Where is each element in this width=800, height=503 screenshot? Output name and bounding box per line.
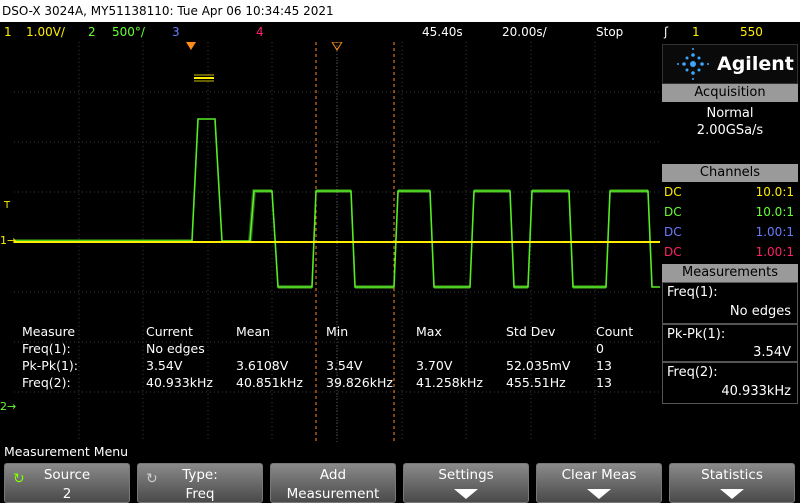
source-softkey[interactable]: ↻ Source 2 bbox=[4, 463, 130, 503]
channel-row[interactable]: DC 1.00:1 bbox=[662, 242, 798, 262]
statistics-softkey[interactable]: Statistics bbox=[669, 463, 795, 503]
menu-title: Measurement Menu bbox=[0, 442, 800, 461]
acquisition-mode: Normal bbox=[706, 106, 754, 121]
ch2-scale[interactable]: 500°/ bbox=[112, 22, 145, 42]
submenu-arrow-icon bbox=[720, 489, 744, 499]
stat-cell: 41.258kHz bbox=[416, 375, 483, 390]
stat-cell: 39.826kHz bbox=[326, 375, 393, 390]
brand-logo: Agilent bbox=[662, 44, 798, 84]
softkey-label: Clear Meas bbox=[561, 467, 637, 483]
channel-row[interactable]: DC 1.00:1 bbox=[662, 222, 798, 242]
stat-cell: Pk-Pk(1): bbox=[22, 358, 78, 373]
run-state[interactable]: Stop bbox=[596, 22, 623, 42]
status-bar: 1 1.00V/ 2 500°/ 3 4 45.40s 20.00s/ Stop… bbox=[0, 22, 800, 42]
submenu-arrow-icon bbox=[587, 489, 611, 499]
softkey-bar: ↻ Source 2 ↻ Type: Freq Add Measurement … bbox=[0, 461, 800, 503]
stat-header: Min bbox=[326, 324, 349, 339]
stat-header: Count bbox=[596, 324, 634, 339]
softkey-label: Source bbox=[43, 467, 91, 483]
stat-cell: 52.035mV bbox=[506, 358, 571, 373]
trigger-level-marker[interactable]: T bbox=[4, 200, 10, 211]
softkey-label: Add bbox=[319, 467, 347, 483]
side-panel: Agilent Acquisition Normal 2.00GSa/s Cha… bbox=[660, 42, 800, 442]
stat-cell: 13 bbox=[596, 375, 612, 390]
measurements-header: Measurements bbox=[662, 264, 798, 282]
trigger-source[interactable]: 1 bbox=[692, 22, 700, 42]
softkey-value: 2 bbox=[62, 486, 72, 502]
stat-cell: 13 bbox=[596, 358, 612, 373]
stat-cell: 3.54V bbox=[146, 358, 183, 373]
ch3-number[interactable]: 3 bbox=[172, 22, 180, 42]
channels-header: Channels bbox=[662, 164, 798, 182]
channel-coupling: DC bbox=[664, 185, 682, 199]
horizontal-delay[interactable]: 45.40s bbox=[422, 22, 463, 42]
ch1-number[interactable]: 1 bbox=[4, 22, 12, 42]
add-measurement-softkey[interactable]: Add Measurement bbox=[270, 463, 396, 503]
ch1-ground-marker[interactable]: 1→ bbox=[0, 234, 16, 247]
measurement-label: Freq(1): bbox=[667, 285, 718, 300]
type-softkey[interactable]: ↻ Type: Freq bbox=[137, 463, 263, 503]
stat-header: Measure bbox=[22, 324, 76, 339]
measurement-value: 3.54V bbox=[753, 345, 791, 360]
stat-header: Std Dev bbox=[506, 324, 556, 339]
stat-cell: 3.6108V bbox=[236, 358, 289, 373]
window-title: DSO-X 3024A, MY51138110: Tue Apr 06 10:3… bbox=[0, 0, 800, 22]
measurement-value: 40.933kHz bbox=[721, 384, 791, 399]
channel-coupling: DC bbox=[664, 225, 682, 239]
stat-cell: Freq(2): bbox=[22, 375, 71, 390]
stat-header: Current bbox=[146, 324, 193, 339]
trigger-position-marker[interactable] bbox=[186, 42, 196, 50]
trigger-level[interactable]: 550 bbox=[740, 22, 763, 42]
acquisition-header: Acquisition bbox=[662, 84, 798, 102]
clear-meas-softkey[interactable]: Clear Meas bbox=[536, 463, 662, 503]
softkey-label: Type: bbox=[182, 467, 218, 483]
ch1-scale[interactable]: 1.00V/ bbox=[26, 22, 65, 42]
trigger-edge-icon: ʃ bbox=[664, 25, 669, 39]
softkey-label: Settings bbox=[438, 467, 494, 483]
sample-rate: 2.00GSa/s bbox=[696, 123, 764, 138]
stat-cell: 0 bbox=[596, 341, 604, 356]
probe-ratio: 10.0:1 bbox=[755, 205, 794, 219]
softkey-label: Measurement bbox=[286, 486, 380, 502]
probe-ratio: 1.00:1 bbox=[755, 245, 794, 259]
submenu-arrow-icon bbox=[454, 489, 478, 499]
stat-cell: No edges bbox=[146, 341, 205, 356]
brand-name: Agilent bbox=[717, 53, 794, 75]
measurement-label: Freq(2): bbox=[667, 365, 718, 380]
channel-coupling: DC bbox=[664, 205, 682, 219]
channel-row[interactable]: DC 10.0:1 bbox=[662, 182, 798, 202]
stat-cell: 3.54V bbox=[326, 358, 363, 373]
measurement-item[interactable]: Freq(2): 40.933kHz bbox=[662, 362, 798, 404]
measurement-item[interactable]: Pk-Pk(1): 3.54V bbox=[662, 324, 798, 362]
ch4-number[interactable]: 4 bbox=[256, 22, 264, 42]
stat-cell: 40.933kHz bbox=[146, 375, 213, 390]
channel-coupling: DC bbox=[664, 245, 682, 259]
ch2-ground-marker[interactable]: 2→ bbox=[0, 400, 16, 413]
stat-cell: 3.70V bbox=[416, 358, 453, 373]
settings-softkey[interactable]: Settings bbox=[403, 463, 529, 503]
agilent-spark-icon bbox=[677, 48, 709, 80]
stat-cell: 455.51Hz bbox=[506, 375, 566, 390]
measurement-item[interactable]: Freq(1): No edges bbox=[662, 282, 798, 324]
acquisition-info[interactable]: Normal 2.00GSa/s bbox=[662, 102, 798, 166]
softkey-value: Freq bbox=[185, 486, 215, 502]
stat-cell: Freq(1): bbox=[22, 341, 71, 356]
stat-header: Max bbox=[416, 324, 442, 339]
timebase-scale[interactable]: 20.00s/ bbox=[502, 22, 547, 42]
softkey-label: Statistics bbox=[701, 467, 763, 483]
channel-row[interactable]: DC 10.0:1 bbox=[662, 202, 798, 222]
stat-header: Mean bbox=[236, 324, 271, 339]
measurement-label: Pk-Pk(1): bbox=[667, 327, 726, 342]
measurement-value: No edges bbox=[729, 304, 791, 319]
probe-ratio: 1.00:1 bbox=[755, 225, 794, 239]
probe-ratio: 10.0:1 bbox=[755, 185, 794, 199]
stat-cell: 40.851kHz bbox=[236, 375, 303, 390]
ch2-number[interactable]: 2 bbox=[88, 22, 96, 42]
